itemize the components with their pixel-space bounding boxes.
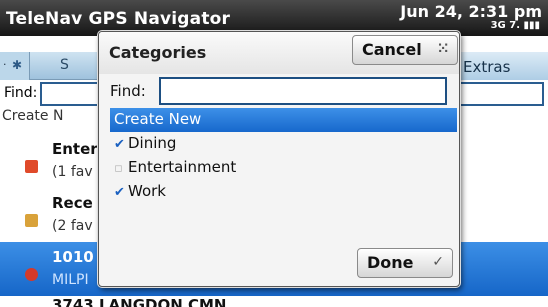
favorites-icon bbox=[25, 160, 38, 173]
tab-first[interactable]: · ✱ bbox=[0, 52, 30, 80]
app-create-new-item[interactable]: Create N bbox=[2, 108, 63, 124]
checkbox-checked-icon[interactable]: ✔ bbox=[114, 137, 128, 152]
categories-dialog: Categories Cancel ⁙ Find: Create New ✔ Di… bbox=[98, 31, 460, 287]
app-title: TeleNav GPS Navigator bbox=[6, 9, 231, 29]
category-label: Create New bbox=[114, 110, 202, 128]
recent-folder-icon bbox=[25, 214, 38, 227]
status-datetime: Jun 24, 2:31 pm bbox=[400, 2, 542, 21]
category-label: Entertainment bbox=[128, 158, 237, 176]
category-item-dining[interactable]: ✔ Dining bbox=[110, 132, 457, 156]
category-item-entertainment[interactable]: ▫ Entertainment bbox=[110, 156, 457, 180]
dialog-title: Categories bbox=[109, 43, 207, 62]
cancel-button-label: Cancel bbox=[362, 40, 422, 59]
checkbox-unchecked-icon[interactable]: ▫ bbox=[114, 161, 128, 176]
list-item-title: Enter bbox=[52, 140, 98, 158]
checkmark-icon: ✓ bbox=[432, 254, 444, 270]
find-label: Find: bbox=[110, 82, 146, 100]
app-find-label: Find: bbox=[4, 85, 38, 101]
dialog-header: Categories Cancel ⁙ bbox=[99, 32, 459, 74]
network-signal-indicator: 3G 7. ▮▮▮ bbox=[490, 20, 540, 31]
tab-bullet: · bbox=[3, 58, 7, 71]
tab-extras[interactable]: Extras bbox=[450, 52, 548, 80]
map-icon: ✱ bbox=[12, 58, 23, 72]
list-item-subtitle: MILPI bbox=[52, 272, 89, 288]
list-item-title: 1010 bbox=[52, 248, 94, 266]
done-button-label: Done bbox=[367, 253, 414, 272]
tab-partial[interactable]: S bbox=[60, 57, 69, 73]
list-item-subtitle: (2 fav bbox=[52, 218, 93, 234]
category-label: Work bbox=[128, 182, 166, 200]
list-item-subtitle: (1 fav bbox=[52, 164, 93, 180]
cancel-icon: ⁙ bbox=[437, 41, 449, 57]
cancel-button[interactable]: Cancel ⁙ bbox=[352, 35, 458, 65]
checkbox-checked-icon[interactable]: ✔ bbox=[114, 185, 128, 200]
find-input[interactable] bbox=[159, 77, 447, 105]
list-item-partial[interactable]: 3743 LANGDON CMN bbox=[52, 296, 226, 307]
category-label: Dining bbox=[128, 134, 177, 152]
list-item-title: Rece bbox=[52, 194, 93, 212]
category-item-create-new[interactable]: Create New bbox=[110, 108, 457, 132]
category-item-work[interactable]: ✔ Work bbox=[110, 180, 457, 204]
done-button[interactable]: Done ✓ bbox=[357, 248, 453, 278]
pin-icon bbox=[25, 268, 38, 281]
